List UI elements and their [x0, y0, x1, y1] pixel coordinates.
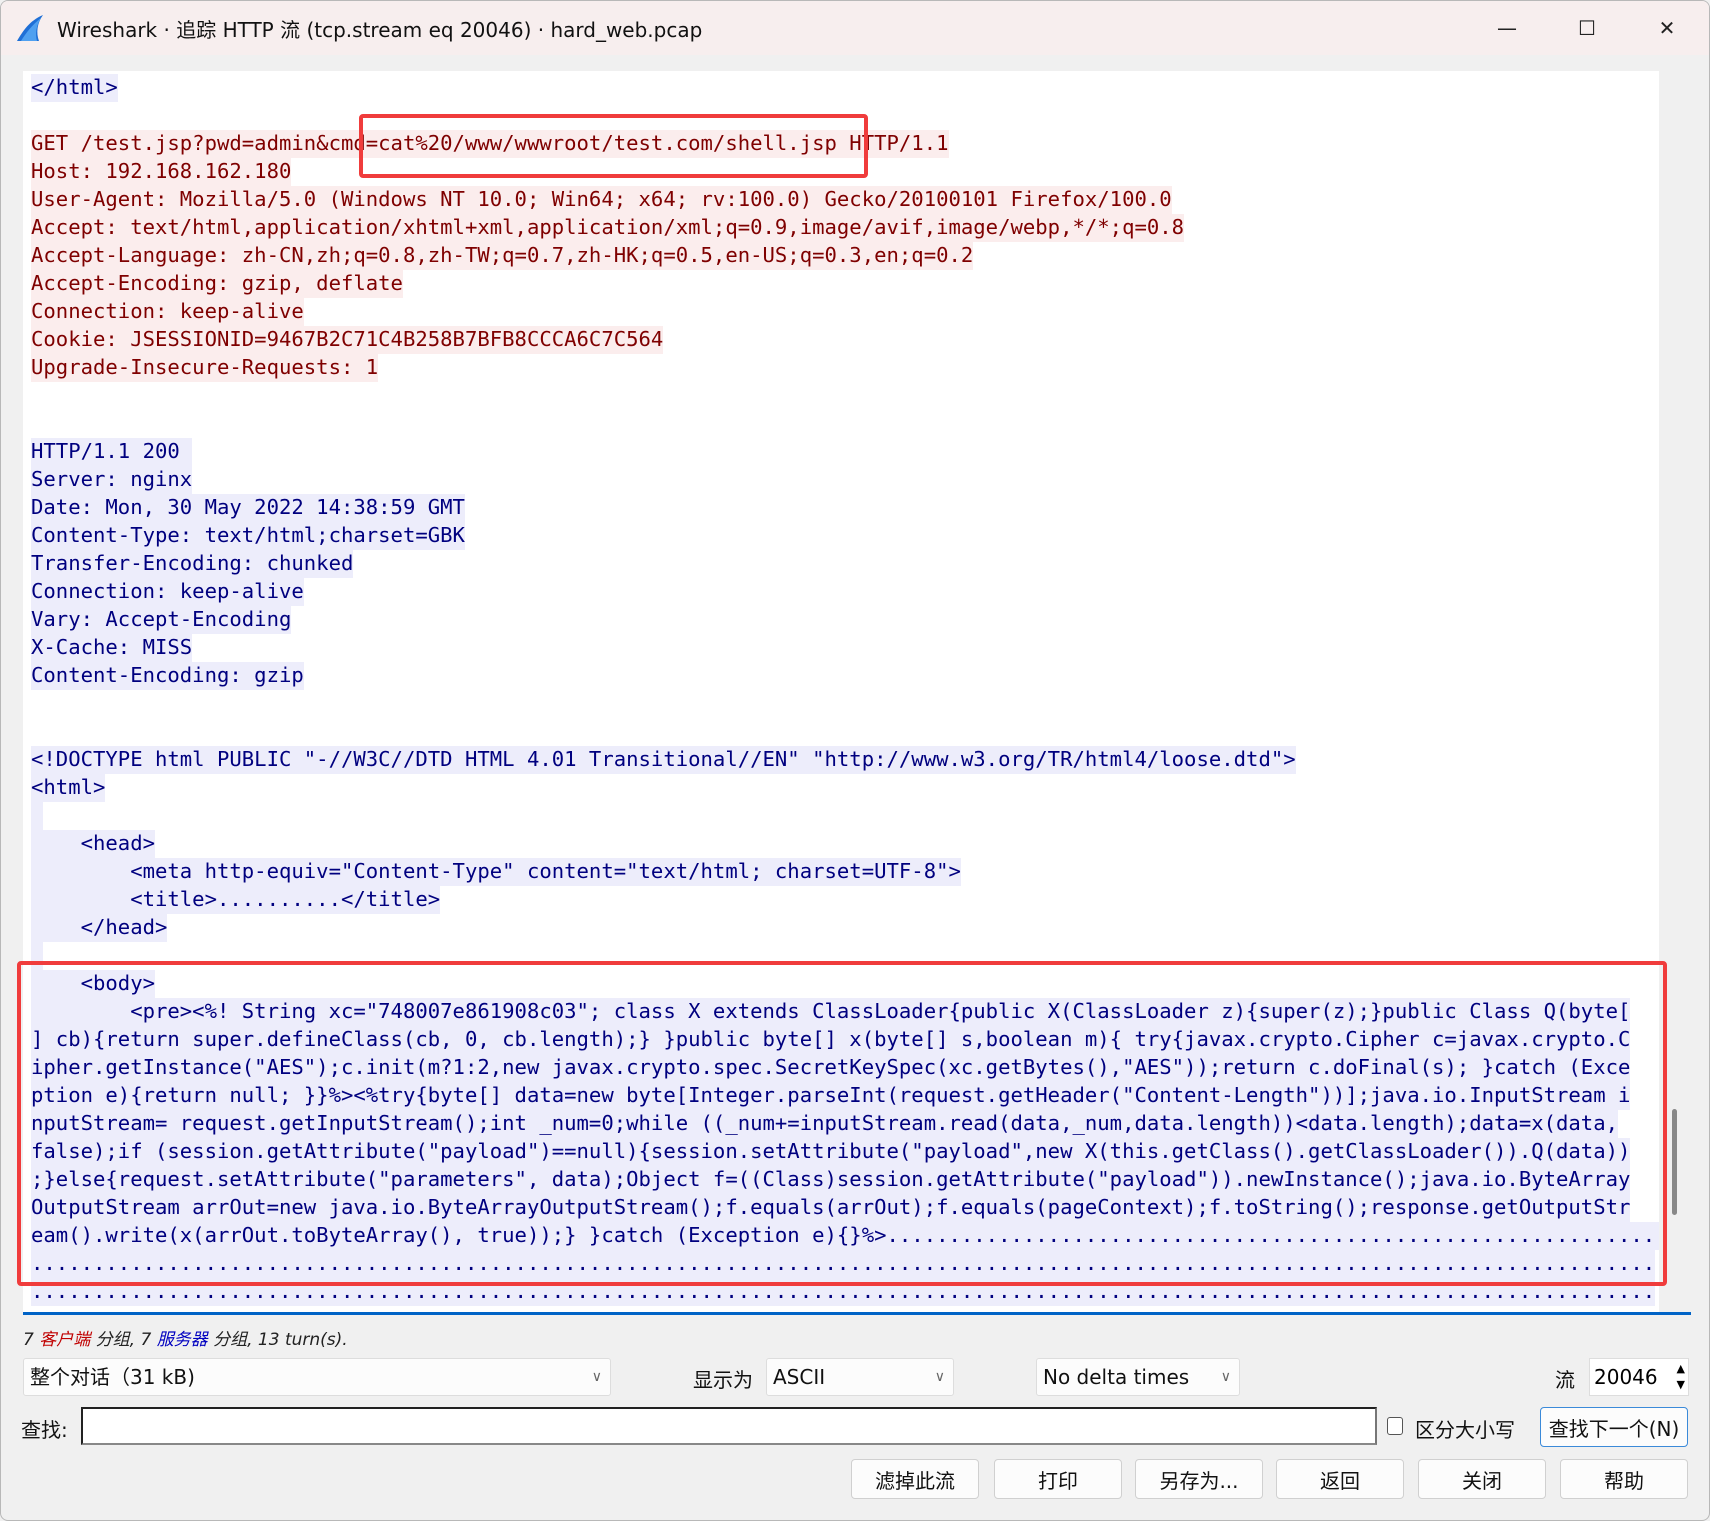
line-text: Accept-Language: zh-CN,zh;q=0.8,zh-TW;q=…: [31, 242, 974, 270]
server-line: Content-Encoding: gzip: [31, 661, 1659, 690]
find-label: 查找:: [21, 1418, 68, 1442]
line-text: HTTP/1.1 200: [31, 438, 193, 466]
close-button[interactable]: 关闭: [1418, 1459, 1546, 1499]
client-line: Accept-Encoding: gzip, deflate: [31, 269, 1659, 298]
server-line: Vary: Accept-Encoding: [31, 605, 1659, 634]
line-text: Connection: keep-alive: [31, 298, 304, 326]
stream-number-spinbox[interactable]: 20046 ▲ ▼: [1589, 1358, 1689, 1396]
line-text: Content-Type: text/html;charset=GBK: [31, 522, 465, 550]
line-text: Upgrade-Insecure-Requests: 1: [31, 354, 379, 382]
save-as-button[interactable]: 另存为...: [1135, 1459, 1263, 1499]
line-text: Date: Mon, 30 May 2022 14:38:59 GMT: [31, 494, 465, 522]
server-line: <title>..........</title>: [31, 885, 1659, 914]
client-line: Cookie: JSESSIONID=9467B2C71C4B258B7BFB8…: [31, 325, 1659, 354]
maximize-button[interactable]: ☐: [1559, 9, 1615, 47]
content-divider: [23, 1312, 1691, 1315]
show-as-value: ASCII: [773, 1365, 826, 1389]
server-count: 7: [140, 1330, 152, 1350]
line-text: <meta http-equiv="Content-Type" content=…: [31, 858, 961, 886]
server-line: Connection: keep-alive: [31, 577, 1659, 606]
client-label: 客户端: [39, 1330, 91, 1350]
line-text: Cookie: JSESSIONID=9467B2C71C4B258B7BFB8…: [31, 326, 664, 354]
line-text: </html>: [31, 74, 118, 102]
line-text: </head>: [31, 914, 168, 942]
server-line: </html>: [31, 73, 1659, 102]
client-line: Accept-Language: zh-CN,zh;q=0.8,zh-TW;q=…: [31, 241, 1659, 270]
server-line: Server: nginx: [31, 465, 1659, 494]
find-input[interactable]: [81, 1407, 1377, 1445]
spin-down-icon[interactable]: ▼: [1677, 1379, 1685, 1391]
follow-stream-window: Wireshark · 追踪 HTTP 流 (tcp.stream eq 200…: [0, 0, 1710, 1521]
turns-count: 13 turn(s).: [257, 1330, 348, 1350]
server-line: Content-Type: text/html;charset=GBK: [31, 521, 1659, 550]
line-text: Content-Encoding: gzip: [31, 662, 304, 690]
client-group: 分组,: [95, 1330, 136, 1350]
spin-up-icon[interactable]: ▲: [1677, 1363, 1685, 1375]
line-text: [31, 802, 44, 830]
server-line: HTTP/1.1 200: [31, 437, 1659, 466]
back-button[interactable]: 返回: [1276, 1459, 1404, 1499]
chevron-down-icon: ∨: [1220, 1369, 1231, 1385]
delta-times-value: No delta times: [1043, 1365, 1190, 1389]
conversation-select[interactable]: 整个对话（31 kB) ∨: [23, 1358, 611, 1396]
minimize-button[interactable]: —: [1479, 9, 1535, 47]
chevron-down-icon: ∨: [934, 1369, 945, 1385]
server-label: 服务器: [156, 1330, 208, 1350]
line-text: Transfer-Encoding: chunked: [31, 550, 354, 578]
print-button[interactable]: 打印: [994, 1459, 1122, 1499]
wireshark-fin-icon: [17, 15, 43, 41]
line-text: Connection: keep-alive: [31, 578, 304, 606]
client-line: Connection: keep-alive: [31, 297, 1659, 326]
find-next-button[interactable]: 查找下一个(N): [1540, 1407, 1688, 1447]
window-title: Wireshark · 追踪 HTTP 流 (tcp.stream eq 200…: [57, 17, 703, 42]
client-line: Upgrade-Insecure-Requests: 1: [31, 353, 1659, 382]
show-as-label: 显示为: [693, 1368, 753, 1392]
server-line: Transfer-Encoding: chunked: [31, 549, 1659, 578]
conversation-select-value: 整个对话（31 kB): [30, 1365, 195, 1389]
chevron-down-icon: ∨: [591, 1369, 602, 1385]
line-text: X-Cache: MISS: [31, 634, 193, 662]
server-line: Date: Mon, 30 May 2022 14:38:59 GMT: [31, 493, 1659, 522]
line-text: Accept: text/html,application/xhtml+xml,…: [31, 214, 1185, 242]
server-line: <head>: [31, 829, 1659, 858]
highlight-box-webshell-body: [17, 961, 1667, 1286]
client-count: 7: [23, 1330, 34, 1350]
line-text: <head>: [31, 830, 155, 858]
server-line: <meta http-equiv="Content-Type" content=…: [31, 857, 1659, 886]
line-text: User-Agent: Mozilla/5.0 (Windows NT 10.0…: [31, 186, 1172, 214]
line-text: <!DOCTYPE html PUBLIC "-//W3C//DTD HTML …: [31, 746, 1296, 774]
server-line: <html>: [31, 773, 1659, 802]
delta-times-select[interactable]: No delta times ∨: [1036, 1358, 1240, 1396]
line-text: Accept-Encoding: gzip, deflate: [31, 270, 403, 298]
line-text: <html>: [31, 774, 106, 802]
stream-label: 流: [1555, 1368, 1575, 1392]
client-line: User-Agent: Mozilla/5.0 (Windows NT 10.0…: [31, 185, 1659, 214]
line-text: Server: nginx: [31, 466, 193, 494]
scrollbar-thumb[interactable]: [1672, 1109, 1677, 1215]
help-button[interactable]: 帮助: [1560, 1459, 1688, 1499]
close-window-button[interactable]: ✕: [1639, 9, 1695, 47]
server-line: <!DOCTYPE html PUBLIC "-//W3C//DTD HTML …: [31, 745, 1659, 774]
case-sensitive-checkbox[interactable]: [1387, 1417, 1403, 1435]
stream-number-value: 20046: [1594, 1365, 1658, 1389]
server-group: 分组,: [213, 1330, 253, 1350]
line-text: <title>..........</title>: [31, 886, 441, 914]
highlight-box-request-cmd: [359, 114, 868, 178]
server-line: </head>: [31, 913, 1659, 942]
line-text: Vary: Accept-Encoding: [31, 606, 292, 634]
server-line: [31, 801, 1659, 830]
vertical-scrollbar[interactable]: [1667, 71, 1691, 1313]
client-line: Accept: text/html,application/xhtml+xml,…: [31, 213, 1659, 242]
server-line: X-Cache: MISS: [31, 633, 1659, 662]
stream-summary: 7 客户端 分组, 7 服务器 分组, 13 turn(s).: [23, 1325, 348, 1350]
show-as-select[interactable]: ASCII ∨: [766, 1358, 954, 1396]
case-sensitive-label: 区分大小写: [1415, 1418, 1515, 1442]
filter-out-stream-button[interactable]: 滤掉此流: [851, 1459, 979, 1499]
title-bar: Wireshark · 追踪 HTTP 流 (tcp.stream eq 200…: [1, 1, 1709, 55]
line-text: Host: 192.168.162.180: [31, 158, 292, 186]
